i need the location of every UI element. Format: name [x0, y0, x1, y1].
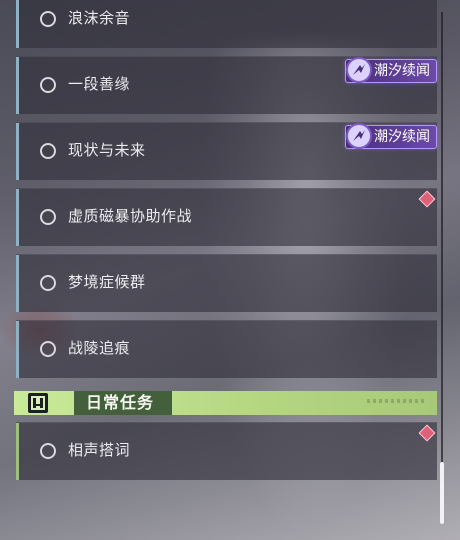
quest-item[interactable]: 浪沫余音	[16, 0, 437, 48]
quest-accent-bar	[16, 321, 19, 378]
tide-emblem-icon	[346, 123, 372, 149]
quest-accent-bar	[16, 123, 19, 180]
quest-label: 浪沫余音	[68, 9, 131, 27]
quest-label: 虚质磁暴协助作战	[68, 207, 193, 225]
quest-label: 一段善缘	[68, 75, 131, 93]
quest-item[interactable]: 现状与未来 潮汐续闻	[16, 122, 437, 180]
section-title: 日常任务	[74, 391, 173, 415]
quest-label: 梦境症候群	[68, 273, 146, 291]
scrollbar-track[interactable]	[441, 12, 443, 524]
tide-emblem-icon	[346, 57, 372, 83]
daily-task-icon	[28, 393, 48, 413]
quest-item[interactable]: 虚质磁暴协助作战	[16, 188, 437, 246]
quest-label: 战陵追痕	[68, 339, 131, 357]
quest-label: 相声搭词	[68, 441, 131, 459]
quest-radio-icon[interactable]	[40, 341, 56, 357]
quest-accent-bar	[16, 255, 19, 312]
quest-accent-bar	[16, 57, 19, 114]
daily-quest-item[interactable]: 相声搭词	[16, 422, 437, 480]
badge-label: 潮汐续闻	[374, 63, 430, 79]
quest-radio-icon[interactable]	[40, 443, 56, 459]
quest-radio-icon[interactable]	[40, 275, 56, 291]
tide-continuation-badge: 潮汐续闻	[345, 57, 437, 83]
alert-diamond-icon	[418, 190, 436, 208]
quest-radio-icon[interactable]	[40, 143, 56, 159]
quest-accent-bar	[16, 423, 19, 480]
quest-radio-icon[interactable]	[40, 209, 56, 225]
header-decoration	[367, 399, 427, 403]
alert-diamond-icon	[418, 424, 436, 442]
badge-label: 潮汐续闻	[374, 129, 430, 145]
daily-quests-header[interactable]: 日常任务	[14, 391, 437, 415]
quest-label: 现状与未来	[68, 141, 146, 159]
quest-accent-bar	[16, 189, 19, 246]
quest-accent-bar	[16, 0, 19, 48]
quest-item[interactable]: 一段善缘 潮汐续闻	[16, 56, 437, 114]
quest-item[interactable]: 战陵追痕	[16, 320, 437, 378]
quest-radio-icon[interactable]	[40, 77, 56, 93]
scrollbar-thumb[interactable]	[440, 462, 444, 524]
quest-radio-icon[interactable]	[40, 11, 56, 27]
quest-item[interactable]: 梦境症候群	[16, 254, 437, 312]
tide-continuation-badge: 潮汐续闻	[345, 123, 437, 149]
